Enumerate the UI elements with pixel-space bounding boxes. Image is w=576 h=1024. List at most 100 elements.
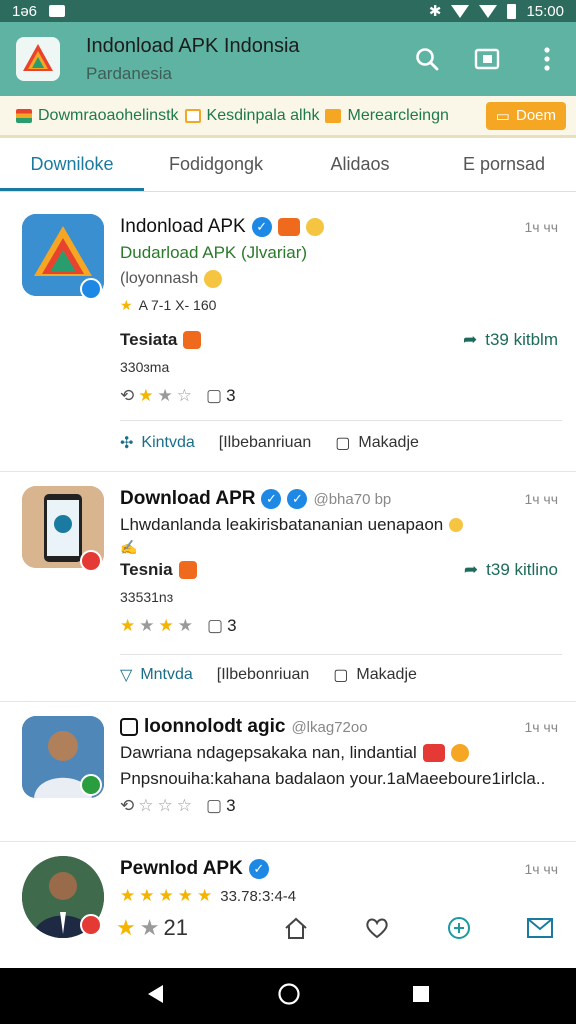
filter-chip-3[interactable]: Merearcleingn <box>325 106 449 125</box>
post-author: Indonload APK <box>120 216 246 237</box>
star-icon: ★ <box>116 915 136 940</box>
verified-icon: ✓ <box>287 489 308 509</box>
post-time: 1ч чч <box>524 719 558 735</box>
comment-icon[interactable]: ▢ <box>206 386 222 406</box>
post-card[interactable]: Indonload APK ✓ 1ч чч Dudarload APK (Jlv… <box>0 192 576 472</box>
star-icon: ★ <box>158 886 174 905</box>
action-label: [Ilbebonriuan <box>216 666 310 683</box>
tab-explore[interactable]: E pornsad <box>432 138 576 191</box>
home-nav-icon[interactable] <box>277 982 301 1011</box>
rating-text: 33.78:3:4-4 <box>220 887 297 905</box>
star-icon: ★ <box>197 886 213 905</box>
repost-icon[interactable]: ⟲ <box>120 796 134 816</box>
verified-icon: ✓ <box>261 489 282 509</box>
share-icon: ➦ <box>463 560 479 579</box>
share-button[interactable]: ➦ t39 kitblm <box>463 330 558 350</box>
filter-chip-label: Merearcleingn <box>347 106 449 124</box>
filter-button-label: Doem <box>515 107 556 124</box>
comment-icon[interactable]: ▢ <box>206 796 222 816</box>
post-feed: Indonload APK ✓ 1ч чч Dudarload APK (Jlv… <box>0 192 576 968</box>
emoji-icon <box>449 518 464 532</box>
action-link-2[interactable]: [Ilbebanriuan <box>219 434 312 452</box>
record-badge-icon <box>80 550 102 572</box>
star-icon: ☆ <box>176 796 192 815</box>
app-subtitle: Pardanesia <box>86 63 173 83</box>
star-icon: ★ <box>139 616 155 635</box>
post-handle: @lkag72oo <box>291 718 368 736</box>
signal-icon <box>479 4 498 18</box>
star-icon: ★ <box>177 616 193 635</box>
filter-chip-1[interactable]: Dowmraoaohelinstk <box>16 107 179 125</box>
search-icon[interactable] <box>412 44 442 74</box>
filter-chip-2[interactable]: Kesdinpala alhk <box>184 106 320 125</box>
mail-icon[interactable] <box>524 910 556 946</box>
post-time: 1ч чч <box>524 861 558 877</box>
recents-icon[interactable] <box>411 984 431 1009</box>
filter-chip-label: Kesdinpala alhk <box>206 106 320 124</box>
star-icon: ☆ <box>176 386 192 405</box>
post-line: (loyonnash <box>120 270 199 287</box>
home-icon[interactable] <box>280 910 312 946</box>
divider <box>120 420 562 421</box>
star-icon: ☆ <box>138 796 154 815</box>
share-count: t39 kitlino <box>486 560 558 579</box>
tab-videos[interactable]: Alidaos <box>288 138 432 191</box>
wifi-icon <box>451 4 470 18</box>
post-card[interactable]: Pewnlod APK ✓ 1ч чч ★ ★ ★ ★ ★ 33.78:3:4-… <box>0 842 576 968</box>
post-card[interactable]: Download APR ✓ ✓ @bha70 bp 1ч чч Lhwdanl… <box>0 472 576 702</box>
heart-icon[interactable] <box>361 910 393 946</box>
post-card[interactable]: loonnolodt agic @lkag72oo 1ч чч Dawriana… <box>0 702 576 842</box>
system-nav-bar <box>0 968 576 1024</box>
star-icon: ★ <box>139 915 160 940</box>
emoji-icon <box>204 270 223 288</box>
back-icon[interactable] <box>145 983 167 1010</box>
action-label: Mntvda <box>140 666 193 683</box>
filter-chip-label: Dowmraoaohelinstk <box>38 106 179 124</box>
app-logo[interactable] <box>16 37 60 81</box>
filter-button[interactable]: ▭ Doem <box>485 101 566 130</box>
more-vert-icon[interactable] <box>532 44 562 74</box>
tab-following[interactable]: Fodidgongk <box>144 138 288 191</box>
folder-icon: ▭ <box>495 107 510 125</box>
tab-downloads[interactable]: Downiloke <box>0 138 144 191</box>
post-time: 1ч чч <box>524 219 558 235</box>
comment-icon: ▢ <box>333 667 349 684</box>
notification-icon <box>49 5 66 17</box>
repost-icon[interactable]: ⟲ <box>120 386 134 406</box>
comment-count: 3 <box>226 796 236 815</box>
post-line: Dawriana ndagepsakaka nan, lindantial <box>120 743 417 762</box>
app-title: Indonload APK Indonsia <box>86 34 300 57</box>
star-icon: ★ <box>120 886 136 905</box>
status-time-left: 1ə6 <box>12 2 38 20</box>
badge-icon <box>277 218 300 236</box>
share-button[interactable]: ➦ t39 kitlino <box>464 560 558 580</box>
action-label: Kintvda <box>141 434 195 451</box>
action-link-2[interactable]: [Ilbebonriuan <box>217 666 310 684</box>
star-icon: ☆ <box>157 796 173 815</box>
star-icon: ★ <box>158 616 174 635</box>
post-line: Pnpsnouiha:kahana badalaon your.1aMaeebo… <box>120 769 546 788</box>
action-link-3[interactable]: ▢ Makadje <box>333 665 417 685</box>
comment-icon[interactable]: ▢ <box>207 616 223 636</box>
share-count: t39 kitblm <box>485 330 558 349</box>
star-icon: ★ <box>177 886 193 905</box>
action-link-1[interactable]: ✣ Kintvda <box>120 433 195 453</box>
edit-badge-icon <box>80 278 102 300</box>
app-screen: 1ə6 ✱ 15:00 Indonload APK Indonsia Parda… <box>0 0 576 1024</box>
post-author: Download APR <box>120 488 256 509</box>
post-count: 33531nɜ <box>120 589 174 605</box>
action-label: Makadje <box>358 434 419 451</box>
action-link-3[interactable]: ▢ Makadje <box>335 433 419 453</box>
cast-icon[interactable] <box>472 44 502 74</box>
action-link-1[interactable]: ▽ Mntvda <box>120 665 193 685</box>
badge-icon <box>183 331 202 349</box>
badge-icon <box>422 744 445 762</box>
flag-icon <box>16 108 32 123</box>
add-icon[interactable] <box>443 910 475 946</box>
post-line: A 7-1 X- 160 <box>138 297 217 313</box>
post-count: 330ɜma <box>120 359 170 375</box>
signature-icon: ✍ <box>120 538 138 555</box>
star-icon: ★ <box>157 386 173 405</box>
badge-icon <box>178 561 197 579</box>
comment-count: 3 <box>226 386 236 405</box>
